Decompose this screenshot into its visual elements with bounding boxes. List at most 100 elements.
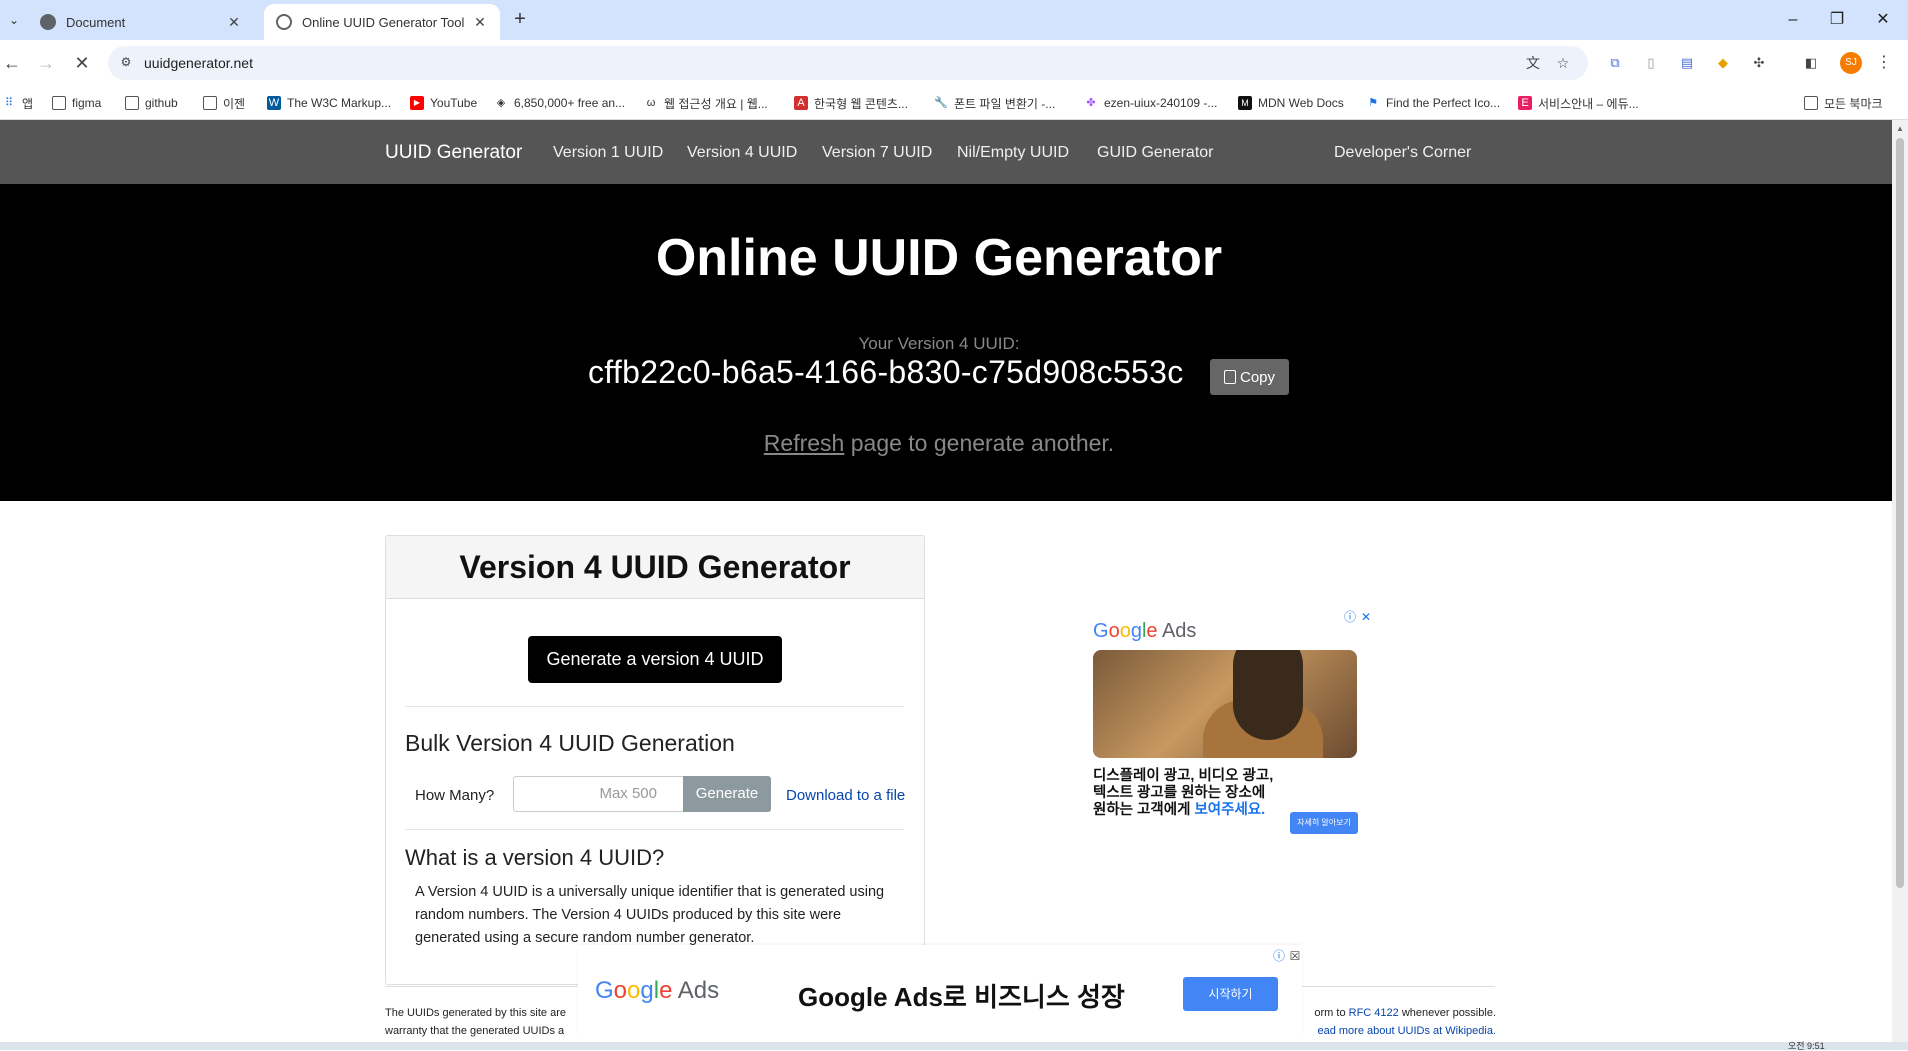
ad-info-icon[interactable]: ⓘ <box>1343 610 1357 624</box>
bookmark-label: 한국형 웹 콘텐츠... <box>814 96 908 111</box>
w3c-icon: W <box>267 96 281 110</box>
bookmark-label: MDN Web Docs <box>1258 96 1344 110</box>
refresh-hint-text: page to generate another. <box>844 430 1115 456</box>
footer-references: orm to RFC 4122 whenever possible. ead m… <box>1300 1004 1496 1040</box>
scroll-thumb[interactable] <box>1896 138 1904 888</box>
translate-icon[interactable]: 文 <box>1524 54 1542 72</box>
bookmark-youtube[interactable]: ▶ YouTube <box>410 94 477 112</box>
bulk-generate-button[interactable]: Generate <box>683 776 771 812</box>
ad-close-icon[interactable]: ✕ <box>1359 610 1373 624</box>
wrench-icon: 🔧 <box>934 97 948 109</box>
bookmark-label: 모든 북마크 <box>1824 96 1883 111</box>
page-scrollbar[interactable]: ▲ <box>1892 120 1908 1042</box>
folder-icon <box>125 96 139 110</box>
hero-section: Online UUID Generator Your Version 4 UUI… <box>0 184 1892 501</box>
browser-toolbar: ← → ✕ ⚙ uuidgenerator.net 文 ☆ ⧉ ▯ ▤ ◆ ✣ … <box>0 40 1908 86</box>
site-brand-link[interactable]: UUID Generator <box>385 142 522 164</box>
extension-capture-icon[interactable]: ⧉ <box>1606 54 1624 72</box>
bookmark-ezen[interactable]: 이젠 <box>203 94 245 112</box>
ad-text: 디스플레이 광고, 비디오 광고, 텍스트 광고를 원하는 장소에 원하는 고객… <box>1093 768 1274 818</box>
restore-icon[interactable]: ❐ <box>1822 8 1852 32</box>
nav-developers-corner[interactable]: Developer's Corner <box>1334 144 1471 162</box>
refresh-hint: Refresh page to generate another. <box>0 430 1878 457</box>
bookmark-font-converter[interactable]: 🔧 폰트 파일 변환기 -... <box>934 94 1055 112</box>
ad-close-icon[interactable]: ☒ <box>1288 949 1302 963</box>
back-arrow-icon[interactable]: ← <box>0 52 24 76</box>
address-bar[interactable]: ⚙ uuidgenerator.net 文 ☆ <box>108 46 1588 80</box>
site-settings-icon[interactable]: ⚙ <box>118 55 134 71</box>
refresh-link[interactable]: Refresh <box>764 430 845 456</box>
bookmark-github[interactable]: github <box>125 94 178 112</box>
bookmark-label: 웹 접근성 개요 | 웹... <box>664 96 768 111</box>
bulk-title: Bulk Version 4 UUID Generation <box>405 730 735 756</box>
bookmark-find-icon[interactable]: ⚑ Find the Perfect Ico... <box>1366 94 1500 112</box>
site-navbar: UUID Generator Version 1 UUID Version 4 … <box>0 120 1892 184</box>
ad-info-icon[interactable]: ⓘ <box>1272 949 1286 963</box>
url-text[interactable]: uuidgenerator.net <box>144 55 253 71</box>
nav-nil-empty[interactable]: Nil/Empty UUID <box>957 144 1069 162</box>
extension-device-icon[interactable]: ▯ <box>1642 54 1660 72</box>
wikipedia-link[interactable]: ead more about UUIDs at Wikipedia. <box>1300 1022 1496 1040</box>
scroll-up-icon[interactable]: ▲ <box>1896 124 1904 133</box>
nav-version7[interactable]: Version 7 UUID <box>822 144 932 162</box>
os-taskbar: 오전 9:51 <box>0 1042 1908 1051</box>
bookmark-web-accessibility[interactable]: ω 웹 접근성 개요 | 웹... <box>644 94 768 112</box>
profile-avatar[interactable]: SJ <box>1840 52 1862 74</box>
tab-document[interactable]: Document ✕ <box>28 4 254 40</box>
bookmark-w3c[interactable]: W The W3C Markup... <box>267 94 391 112</box>
copy-label: Copy <box>1239 368 1276 386</box>
bookmark-label: 앱 <box>22 96 34 111</box>
generated-uuid[interactable]: cffb22c0-b6a5-4166-b830-c75d908c553c <box>588 354 1184 391</box>
bookmark-all[interactable]: 모든 북마크 <box>1804 94 1883 112</box>
bottom-advertisement[interactable]: ⓘ ☒ Google Ads Google Ads로 비즈니스 성장 시작하기 <box>578 945 1302 1035</box>
count-input[interactable]: Max 500 <box>513 776 683 812</box>
web-page: UUID Generator Version 1 UUID Version 4 … <box>0 120 1892 1042</box>
side-advertisement[interactable]: ⓘ ✕ Google Ads 디스플레이 광고, 비디오 광고, 텍스트 광고를… <box>1085 610 1375 850</box>
download-link[interactable]: Download to a file <box>786 787 905 804</box>
window-close-icon[interactable]: ✕ <box>1868 8 1898 32</box>
bookmark-mdn[interactable]: M MDN Web Docs <box>1238 94 1344 112</box>
tab-search-chevron-icon[interactable]: ⌄ <box>4 10 24 30</box>
figma-icon: ✤ <box>1086 97 1096 109</box>
new-tab-plus-icon[interactable]: + <box>508 8 532 32</box>
minimize-icon[interactable]: – <box>1778 8 1808 32</box>
loading-favicon-icon <box>276 14 292 30</box>
bookmark-label: github <box>145 96 178 110</box>
tab-title: Document <box>66 14 126 30</box>
bottom-ad-start-button[interactable]: 시작하기 <box>1183 977 1278 1011</box>
google-ads-logo: Google Ads <box>595 977 720 1004</box>
copy-button[interactable]: Copy <box>1210 359 1289 395</box>
bookmark-apps[interactable]: ⠿ 앱 <box>2 94 33 112</box>
more-menu-icon[interactable]: ⋮ <box>1876 52 1892 74</box>
close-tab-icon[interactable]: ✕ <box>472 14 488 31</box>
nav-guid-generator[interactable]: GUID Generator <box>1097 144 1213 162</box>
globe-icon <box>40 14 56 30</box>
bookmark-figma-file[interactable]: ✤ ezen-uiux-240109 -... <box>1084 94 1217 112</box>
bookmark-figma[interactable]: figma <box>52 94 101 112</box>
tab-title: Online UUID Generator Tool <box>302 14 465 30</box>
rfc-link[interactable]: RFC 4122 <box>1349 1007 1399 1019</box>
close-tab-icon[interactable]: ✕ <box>226 14 242 31</box>
forward-arrow-icon[interactable]: → <box>34 52 58 76</box>
page-title: Online UUID Generator <box>655 229 1223 287</box>
side-panel-icon[interactable]: ◧ <box>1802 54 1820 72</box>
bookmark-edu-service[interactable]: E 서비스안내 – 에듀... <box>1518 94 1639 112</box>
stop-loading-icon[interactable]: ✕ <box>70 52 94 76</box>
apps-grid-icon: ⠿ <box>4 97 14 109</box>
generate-uuid-button[interactable]: Generate a version 4 UUID <box>528 636 782 683</box>
mdn-icon: M <box>1238 96 1252 110</box>
nav-version4[interactable]: Version 4 UUID <box>687 144 797 162</box>
bookmark-label: 6,850,000+ free an... <box>514 96 626 110</box>
ad-learn-more-button[interactable]: 자세히 알아보기 <box>1290 812 1358 834</box>
extension-copy-icon[interactable]: ▤ <box>1678 54 1696 72</box>
bookmark-free-images[interactable]: ◈ 6,850,000+ free an... <box>494 94 625 112</box>
bookmark-korean-web-content[interactable]: A 한국형 웹 콘텐츠... <box>794 94 908 112</box>
nav-version1[interactable]: Version 1 UUID <box>553 144 663 162</box>
bookmarks-bar: ⠿ 앱 figma github 이젠 W The W3C Markup... … <box>0 86 1908 120</box>
bookmark-star-icon[interactable]: ☆ <box>1554 54 1572 72</box>
tab-uuid-generator[interactable]: Online UUID Generator Tool ✕ <box>264 4 500 40</box>
extension-color-icon[interactable]: ◆ <box>1714 54 1732 72</box>
site-icon: ω <box>646 97 656 109</box>
extensions-puzzle-icon[interactable]: ✣ <box>1750 54 1768 72</box>
footer-disclaimer: The UUIDs generated by this site are war… <box>385 1007 566 1037</box>
